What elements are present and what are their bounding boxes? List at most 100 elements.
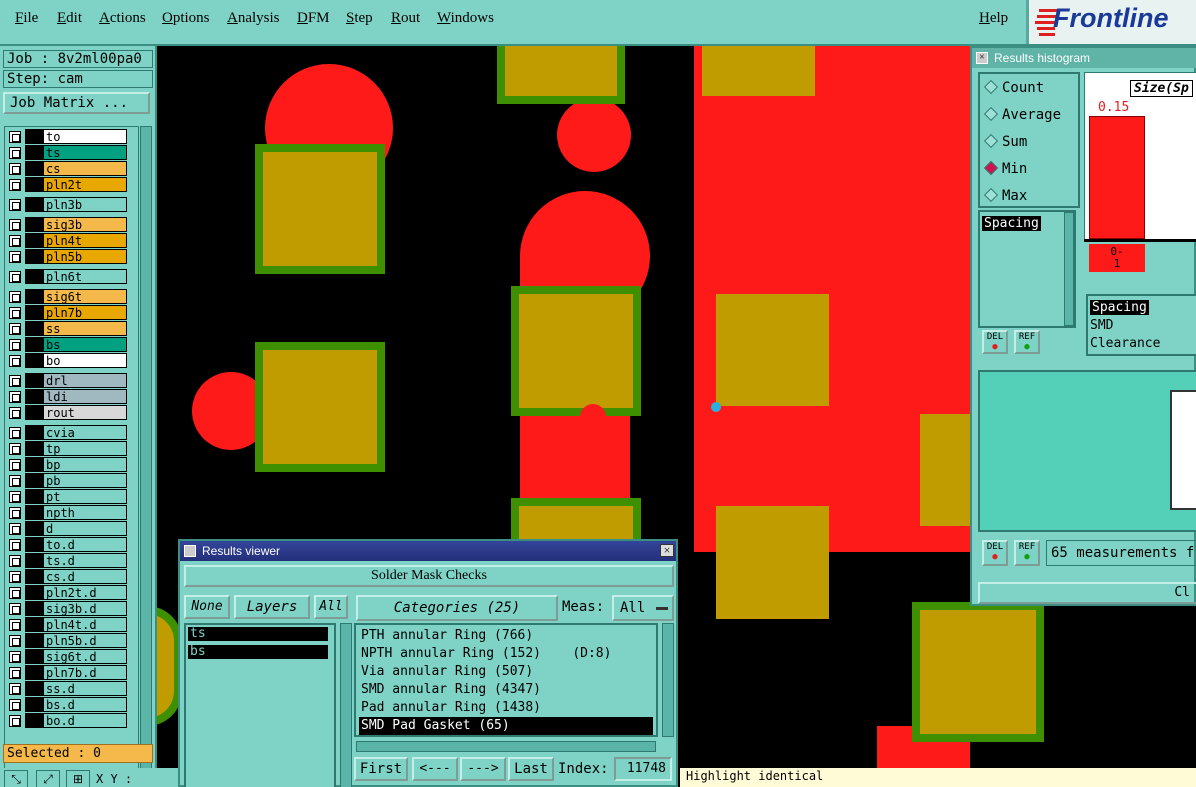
select-icon[interactable]: ⤢ <box>36 770 60 787</box>
layer-checkbox[interactable] <box>9 355 21 367</box>
layer-color-swatch[interactable] <box>25 289 43 304</box>
category-item[interactable]: SMD Pad Gasket (65) <box>359 717 653 735</box>
layer-checkbox[interactable] <box>9 391 21 403</box>
menu-actions[interactable]: Actions <box>99 10 146 27</box>
layer-checkbox[interactable] <box>9 555 21 567</box>
layer-color-swatch[interactable] <box>25 337 43 352</box>
layer-row-pln5b[interactable]: pln5b <box>7 249 127 264</box>
layer-row-sig6t-d[interactable]: sig6t.d <box>7 649 127 664</box>
radio-sum[interactable]: Sum <box>983 133 1027 150</box>
category-item[interactable]: SMD annular Ring (4347) <box>359 681 653 699</box>
grid-icon[interactable]: ⊞ <box>66 770 90 787</box>
layer-row-pln7b-d[interactable]: pln7b.d <box>7 665 127 680</box>
meas-dropdown[interactable]: All <box>612 595 674 621</box>
layer-checkbox[interactable] <box>9 339 21 351</box>
all-button[interactable]: All <box>314 595 348 619</box>
layer-color-swatch[interactable] <box>25 633 43 648</box>
layer-color-swatch[interactable] <box>25 457 43 472</box>
layer-checkbox[interactable] <box>9 147 21 159</box>
layer-checkbox[interactable] <box>9 375 21 387</box>
categories-button[interactable]: Categories (25) <box>356 595 558 621</box>
right-list-clearance[interactable]: Clearance <box>1090 336 1160 351</box>
last-button[interactable]: Last <box>508 757 554 781</box>
layer-color-swatch[interactable] <box>25 617 43 632</box>
radio-average[interactable]: Average <box>983 106 1061 123</box>
layer-color-swatch[interactable] <box>25 129 43 144</box>
layer-color-swatch[interactable] <box>25 321 43 336</box>
layer-checkbox[interactable] <box>9 163 21 175</box>
menu-options[interactable]: Options <box>162 10 210 27</box>
layer-checkbox[interactable] <box>9 235 21 247</box>
layer-checkbox[interactable] <box>9 715 21 727</box>
left-list-scrollbar[interactable] <box>1064 212 1074 326</box>
layer-row-ldi[interactable]: ldi <box>7 389 127 404</box>
menu-dfm[interactable]: DFM <box>297 10 330 27</box>
layer-row-bo-d[interactable]: bo.d <box>7 713 127 728</box>
layer-row-to-d[interactable]: to.d <box>7 537 127 552</box>
layer-row-pln4t[interactable]: pln4t <box>7 233 127 248</box>
layer-color-swatch[interactable] <box>25 649 43 664</box>
layer-row-pln2t[interactable]: pln2t <box>7 177 127 192</box>
layer-color-swatch[interactable] <box>25 425 43 440</box>
layer-color-swatch[interactable] <box>25 473 43 488</box>
layer-color-swatch[interactable] <box>25 405 43 420</box>
layer-checkbox[interactable] <box>9 219 21 231</box>
layer-checkbox[interactable] <box>9 131 21 143</box>
layer-checkbox[interactable] <box>9 459 21 471</box>
layer-row-pln2t-d[interactable]: pln2t.d <box>7 585 127 600</box>
layer-color-swatch[interactable] <box>25 585 43 600</box>
layer-checkbox[interactable] <box>9 271 21 283</box>
del-button-2[interactable]: DEL ● <box>982 540 1008 566</box>
menu-edit[interactable]: Edit <box>57 10 82 27</box>
layer-color-swatch[interactable] <box>25 389 43 404</box>
layer-color-swatch[interactable] <box>25 505 43 520</box>
layer-color-swatch[interactable] <box>25 569 43 584</box>
del-button[interactable]: DEL ● <box>982 330 1008 354</box>
layer-color-swatch[interactable] <box>25 197 43 212</box>
layer-row-to[interactable]: to <box>7 129 127 144</box>
layer-checkbox[interactable] <box>9 427 21 439</box>
layer-row-bs-d[interactable]: bs.d <box>7 697 127 712</box>
layer-color-swatch[interactable] <box>25 537 43 552</box>
menu-analysis[interactable]: Analysis <box>227 10 280 27</box>
right-list-smd[interactable]: SMD <box>1090 318 1113 333</box>
layer-row-pt[interactable]: pt <box>7 489 127 504</box>
menu-file[interactable]: File <box>15 10 38 27</box>
layer-checkbox[interactable] <box>9 699 21 711</box>
layer-row-bo[interactable]: bo <box>7 353 127 368</box>
layer-checkbox[interactable] <box>9 539 21 551</box>
category-item[interactable]: PTH annular Ring (766) <box>359 627 653 645</box>
layer-checkbox[interactable] <box>9 307 21 319</box>
layer-checkbox[interactable] <box>9 683 21 695</box>
histogram-bar[interactable] <box>1089 116 1145 239</box>
layer-row-pln6t[interactable]: pln6t <box>7 269 127 284</box>
first-button[interactable]: First <box>354 757 408 781</box>
menu-rout[interactable]: Rout <box>391 10 420 27</box>
layer-list-scrollbar[interactable] <box>140 126 152 784</box>
layer-row-pln3b[interactable]: pln3b <box>7 197 127 212</box>
layer-color-swatch[interactable] <box>25 177 43 192</box>
layer-checkbox[interactable] <box>9 651 21 663</box>
layer-checkbox[interactable] <box>9 475 21 487</box>
category-item[interactable]: Via annular Ring (507) <box>359 663 653 681</box>
layer-checkbox[interactable] <box>9 603 21 615</box>
layer-color-swatch[interactable] <box>25 521 43 536</box>
layer-row-cs[interactable]: cs <box>7 161 127 176</box>
layer-row-sig6t[interactable]: sig6t <box>7 289 127 304</box>
layer-checkbox[interactable] <box>9 199 21 211</box>
layer-checkbox[interactable] <box>9 179 21 191</box>
layer-row-drl[interactable]: drl <box>7 373 127 388</box>
layer-checkbox[interactable] <box>9 407 21 419</box>
layer-checkbox[interactable] <box>9 443 21 455</box>
layer-color-swatch[interactable] <box>25 145 43 160</box>
layer-checkbox[interactable] <box>9 523 21 535</box>
index-field[interactable]: 11748 <box>614 757 672 781</box>
menu-step[interactable]: Step <box>346 10 373 27</box>
radio-max[interactable]: Max <box>983 187 1027 204</box>
layer-checkbox[interactable] <box>9 507 21 519</box>
layer-checkbox[interactable] <box>9 587 21 599</box>
job-matrix-button[interactable]: Job Matrix ... <box>3 92 150 114</box>
layer-row-d[interactable]: d <box>7 521 127 536</box>
menu-windows[interactable]: Windows <box>437 10 494 27</box>
menu-help[interactable]: Help <box>979 10 1008 27</box>
